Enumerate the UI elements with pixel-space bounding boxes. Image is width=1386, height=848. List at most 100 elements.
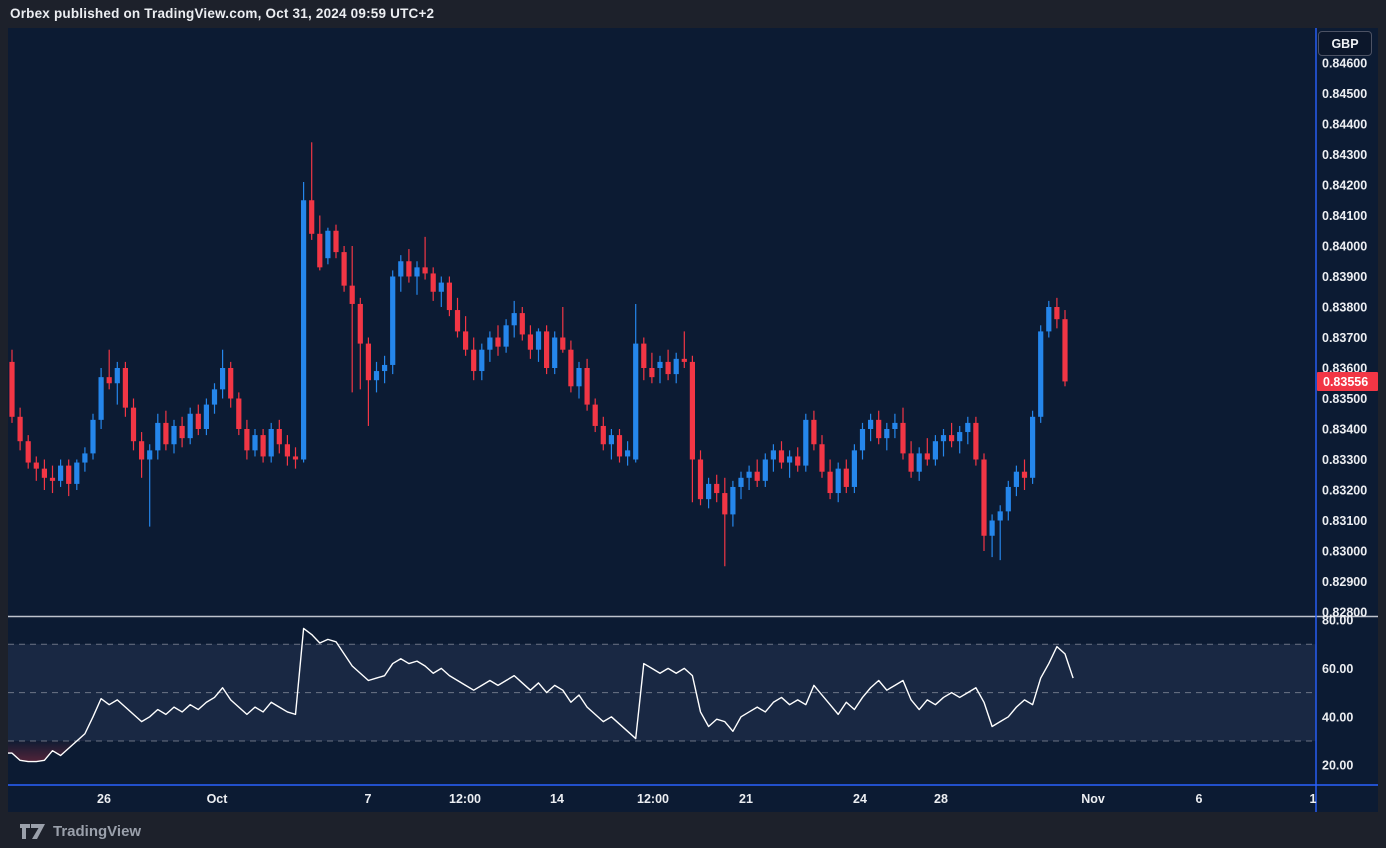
last-price-badge: 0.83556 (1317, 372, 1378, 391)
candle-body (107, 377, 112, 383)
candle-body (325, 231, 330, 258)
candle-body (90, 420, 95, 454)
candle-body (471, 350, 476, 371)
candle-body (552, 338, 557, 369)
time-axis-label: 21 (739, 792, 753, 806)
candle-body (196, 414, 201, 429)
price-axis-label: 0.83200 (1322, 484, 1367, 498)
candle-body (455, 310, 460, 331)
price-axis-label: 0.83700 (1322, 331, 1367, 345)
time-axis-label: 28 (934, 792, 948, 806)
candle-body (1006, 487, 1011, 511)
candle-body (998, 511, 1003, 520)
candle-body (301, 200, 306, 459)
candle-body (909, 453, 914, 471)
candle-body (350, 286, 355, 304)
candle-body (26, 441, 31, 462)
time-axis-label: 12:00 (449, 792, 481, 806)
candle-body (487, 338, 492, 350)
price-axis-label: 0.84300 (1322, 148, 1367, 162)
candle-body (382, 365, 387, 371)
candle-body (212, 389, 217, 404)
tradingview-logo-text: TradingView (53, 823, 141, 840)
time-axis-label: 1 (1310, 792, 1317, 806)
candle-body (269, 429, 274, 456)
candle-body (690, 362, 695, 460)
candle-body (123, 368, 128, 408)
candle-body (973, 423, 978, 460)
candle-body (860, 429, 865, 450)
candle-body (779, 450, 784, 462)
candle-body (682, 359, 687, 362)
candle-body (892, 423, 897, 429)
candle-body (115, 368, 120, 383)
candle-body (50, 478, 55, 481)
time-axis-label: 26 (97, 792, 111, 806)
candle-body (536, 331, 541, 349)
candle-body (171, 426, 176, 444)
candle-body (585, 368, 590, 405)
candle-body (342, 252, 347, 286)
candle-body (965, 423, 970, 432)
time-axis-label: 7 (365, 792, 372, 806)
candle-body (957, 432, 962, 441)
chart-area[interactable]: 0.846000.845000.844000.843000.842000.841… (8, 28, 1378, 812)
candle-body (244, 429, 249, 450)
candle-body (601, 426, 606, 444)
tradingview-attribution[interactable]: TradingView (20, 820, 141, 842)
candle-body (714, 484, 719, 493)
candle-body (520, 313, 525, 334)
tradingview-logo-icon (20, 823, 46, 840)
chart-canvas[interactable]: 0.846000.845000.844000.843000.842000.841… (0, 0, 1386, 848)
candle-body (463, 331, 468, 349)
candle-body (333, 231, 338, 252)
candle-body (747, 472, 752, 478)
candle-body (844, 469, 849, 487)
candle-body (722, 493, 727, 514)
candle-body (293, 456, 298, 459)
price-axis-label: 0.82900 (1322, 575, 1367, 589)
time-axis-label: 12:00 (637, 792, 669, 806)
candle-body (1038, 331, 1043, 416)
candle-body (285, 444, 290, 456)
candle-body (917, 453, 922, 471)
candle-body (58, 466, 63, 481)
candle-body (9, 362, 14, 417)
price-axis-label: 0.84200 (1322, 179, 1367, 193)
price-axis-label: 0.83900 (1322, 270, 1367, 284)
candle-body (990, 521, 995, 536)
rsi-axis-label: 80.00 (1322, 614, 1353, 628)
candle-body (147, 450, 152, 459)
candle-body (512, 313, 517, 325)
candle-body (560, 338, 565, 350)
candle-body (657, 362, 662, 368)
candle-body (495, 338, 500, 347)
candle-body (633, 344, 638, 460)
candle-body (941, 435, 946, 441)
candle-body (261, 435, 266, 456)
candle-body (666, 362, 671, 374)
candle-body (852, 450, 857, 487)
candle-body (868, 420, 873, 429)
candle-body (374, 371, 379, 380)
candle-body (828, 472, 833, 493)
candle-body (309, 200, 314, 234)
candle-body (252, 435, 257, 450)
candle-body (730, 487, 735, 514)
candle-body (228, 368, 233, 399)
candle-body (1054, 307, 1059, 319)
candle-body (236, 399, 241, 430)
price-axis-label: 0.83000 (1322, 545, 1367, 559)
rsi-axis-label: 60.00 (1322, 662, 1353, 676)
candle-body (698, 460, 703, 500)
candle-body (593, 405, 598, 426)
price-axis-label: 0.84100 (1322, 209, 1367, 223)
symbol-currency-button[interactable]: GBP (1318, 31, 1372, 56)
candle-body (220, 368, 225, 389)
candle-body (423, 267, 428, 273)
candle-body (576, 368, 581, 386)
candle-body (674, 359, 679, 374)
time-axis-label: 24 (853, 792, 867, 806)
candle-body (74, 463, 79, 484)
candle-body (479, 350, 484, 371)
